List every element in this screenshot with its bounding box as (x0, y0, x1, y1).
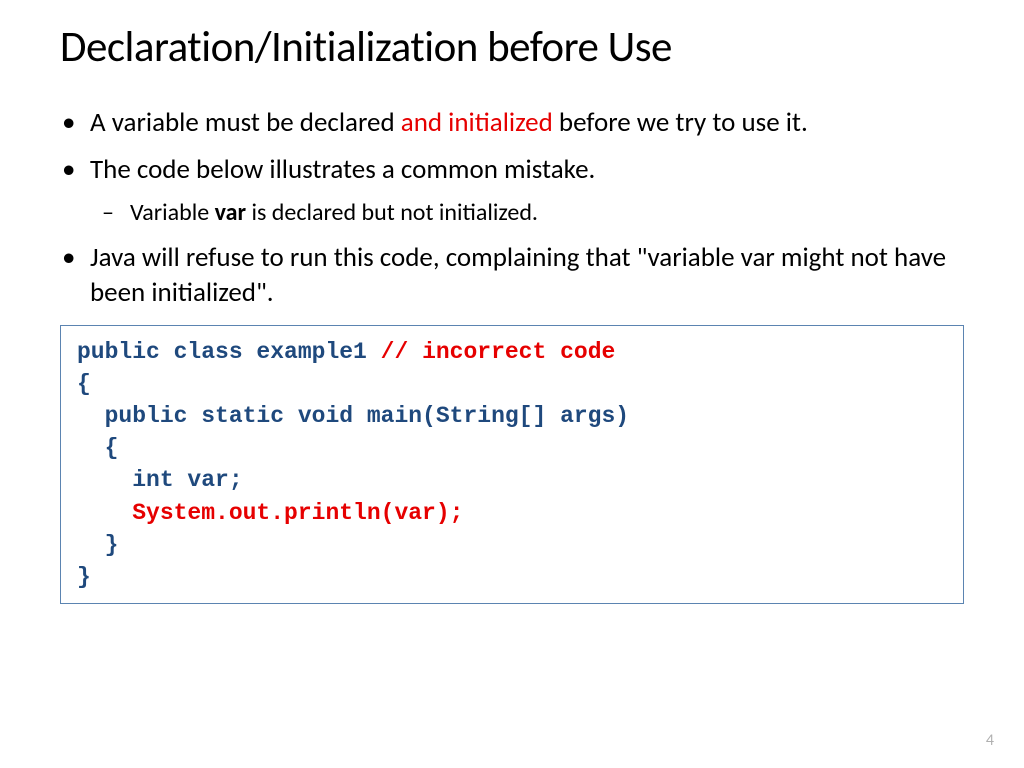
bullet-1: A variable must be declared and initiali… (90, 105, 964, 140)
code-line-2: { (77, 371, 91, 397)
sub-bullet-1-post: is declared but not initialized. (246, 198, 538, 227)
sub-bullet-list: Variable var is declared but not initial… (90, 197, 964, 228)
bullet-3: Java will refuse to run this code, compl… (90, 240, 964, 310)
sub-bullet-1: Variable var is declared but not initial… (130, 197, 964, 228)
page-number: 4 (986, 731, 994, 750)
code-line-6: System.out.println(var); (77, 500, 463, 526)
code-line-8: } (77, 564, 91, 590)
bullet-1-red: and initialized (401, 106, 553, 139)
code-line-5: int var; (77, 467, 243, 493)
code-line-1b: // incorrect code (381, 339, 616, 365)
code-block: public class example1 // incorrect code … (60, 325, 964, 605)
sub-bullet-1-pre: Variable (130, 198, 215, 227)
slide: Declaration/Initialization before Use A … (0, 0, 1024, 624)
code-line-4: { (77, 435, 118, 461)
bullet-list: A variable must be declared and initiali… (60, 105, 964, 311)
bullet-2: The code below illustrates a common mist… (90, 152, 964, 228)
bullet-1-post: before we try to use it. (553, 106, 808, 139)
code-line-7: } (77, 532, 118, 558)
bullet-1-pre: A variable must be declared (90, 106, 401, 139)
sub-bullet-1-bold: var (215, 198, 246, 227)
slide-title: Declaration/Initialization before Use (60, 20, 964, 73)
code-line-3: public static void main(String[] args) (77, 403, 629, 429)
code-line-1a: public class example1 (77, 339, 381, 365)
bullet-2-text: The code below illustrates a common mist… (90, 153, 595, 186)
